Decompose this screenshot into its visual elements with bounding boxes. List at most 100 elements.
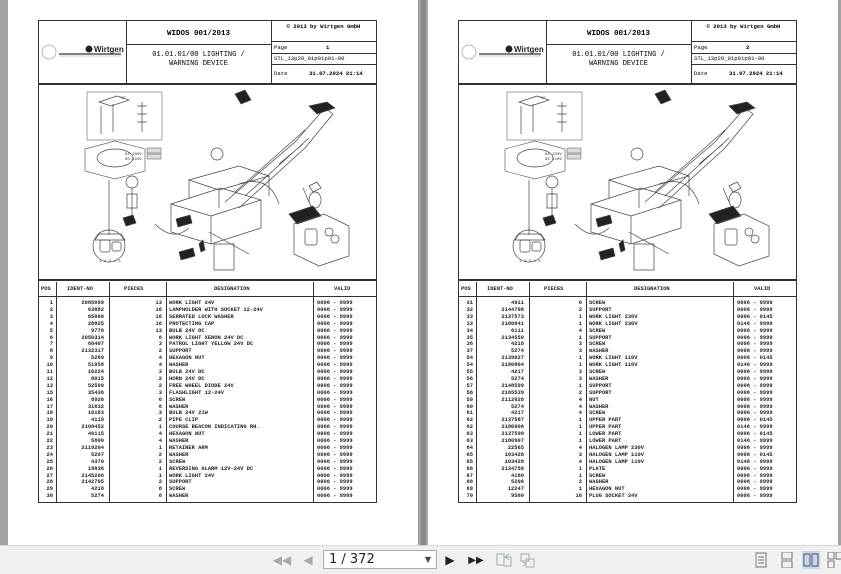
svg-text:Wirtgen: Wirtgen: [514, 45, 544, 54]
table-header-row: POS IDENT-NO PIECES DESIGNATION VALID: [459, 282, 796, 297]
cell-pieces: 16: [575, 493, 582, 500]
stl-code: STL_13p20_01p01p01-00: [694, 55, 765, 62]
date-value: 31.07.2024 21:14: [309, 70, 363, 77]
column-header-designation: DESIGNATION: [634, 286, 670, 292]
page-header: Wirtgen WIDOS 001/2013 01.01.01/00 LIGHTIN…: [459, 21, 796, 85]
next-view-icon: [520, 553, 535, 568]
previous-page-button[interactable]: ◀: [300, 552, 316, 568]
page-number-row: Page 2: [691, 41, 796, 53]
document-viewport[interactable]: Wirtgen WIDOS 001/2013 01.01.01/00 LIGHTIN…: [0, 0, 841, 545]
copyright: © 2013 by Wirtgen GmbH: [286, 23, 361, 30]
section-title-line2: WARNING DEVICE: [589, 60, 648, 68]
date-label: Date: [274, 70, 288, 77]
dropdown-arrow-icon: ▼: [424, 555, 431, 564]
page-number-row: Page 1: [271, 41, 376, 53]
two-page-continuous-icon: [827, 552, 841, 568]
catalog-page-frame: Wirtgen WIDOS 001/2013 01.01.01/00 LIGHTIN…: [38, 20, 377, 503]
info-cell: © 2013 by Wirtgen GmbH Page 1 STL_13p20_01p…: [271, 21, 376, 83]
next-view-button[interactable]: [520, 552, 536, 568]
two-page-icon: [803, 553, 819, 567]
cell-pos: 70: [466, 493, 473, 500]
first-page-icon: ◀◀: [272, 553, 292, 567]
column-header-pos: POS: [461, 286, 471, 292]
next-page-icon: ▶: [445, 553, 455, 567]
table-header-row: POS IDENT-NO PIECES DESIGNATION VALID: [39, 282, 376, 297]
exploded-parts-diagram: "X" 64 230V 65 110V 1 2 3 4 5: [39, 84, 376, 281]
column-header-ident: IDENT-NO: [67, 286, 93, 292]
date-row: Date 31.07.2024 21:14: [271, 64, 376, 83]
copyright: © 2013 by Wirtgen GmbH: [706, 23, 781, 30]
column-header-designation: DESIGNATION: [214, 286, 250, 292]
page-separator: [421, 0, 426, 545]
page-number: 1: [326, 44, 330, 51]
diagram-callout-x: "X": [539, 96, 546, 101]
page-indicator: 1 / 372: [329, 552, 375, 567]
wirtgen-logo: Wirtgen: [461, 44, 544, 60]
section-title-line1: 01.01.01/00 LIGHTING /: [572, 51, 665, 59]
first-page-button[interactable]: ◀◀: [272, 552, 292, 568]
cell-valid: 0006 - 9999: [737, 493, 773, 500]
diagram-callout-230v: 64 230V: [125, 153, 142, 157]
cell-valid: 0006 - 9999: [317, 493, 353, 500]
two-page-continuous-view-button[interactable]: [826, 551, 841, 569]
last-page-button[interactable]: ▶▶: [468, 552, 484, 568]
column-header-pieces: PIECES: [544, 286, 564, 292]
navigation-toolbar: ◀◀ ◀ 1 / 372 ▼ ▶ ▶▶: [0, 545, 841, 574]
single-page-icon: [755, 552, 767, 568]
date-label: Date: [694, 70, 708, 77]
section-title-line1: 01.01.01/00 LIGHTING /: [152, 51, 245, 59]
svg-text:1 2 3 4 5: 1 2 3 4 5: [99, 260, 121, 264]
previous-view-button[interactable]: [496, 552, 512, 568]
previous-page-icon: ◀: [303, 553, 313, 567]
column-header-valid: VALID: [334, 286, 351, 292]
continuous-view-button[interactable]: [778, 551, 796, 569]
diagram-callout-230v: 64 230V: [545, 153, 562, 157]
diagram-callout-x: "X": [119, 96, 126, 101]
svg-text:1 2 3 4 5: 1 2 3 4 5: [519, 260, 541, 264]
last-page-icon: ▶▶: [468, 554, 484, 566]
continuous-page-icon: [781, 552, 793, 568]
cell-ident: 5274: [91, 493, 104, 500]
column-header-valid: VALID: [754, 286, 771, 292]
date-row: Date 31.07.2024 21:14: [691, 64, 796, 83]
stl-code: STL_13p20_01p01p01-00: [274, 55, 345, 62]
pdf-page-1: Wirtgen WIDOS 001/2013 01.01.01/00 LIGHTIN…: [8, 0, 418, 545]
page-label: Page: [274, 44, 288, 51]
cell-designation: PLUG SOCKET 24V: [589, 493, 638, 500]
logo-cell: Wirtgen: [459, 21, 547, 83]
column-header-pos: POS: [41, 286, 51, 292]
section-title: 01.01.01/00 LIGHTING / WARNING DEVICE: [126, 51, 271, 69]
document-title: WIDOS 001/2013: [546, 21, 691, 45]
diagram-callout-110v: 65 110V: [545, 158, 562, 162]
cell-designation: WASHER: [169, 493, 189, 500]
table-row: 70 9560 16 PLUG SOCKET 24V 0006 - 9999: [459, 493, 796, 500]
section-title-line2: WARNING DEVICE: [169, 60, 228, 68]
title-cell: WIDOS 001/2013 01.01.01/00 LIGHTING / WARN…: [546, 21, 692, 83]
two-page-view-button[interactable]: [802, 551, 820, 569]
pdf-page-2: Wirtgen WIDOS 001/2013 01.01.01/00 LIGHTIN…: [428, 0, 838, 545]
cell-pos: 30: [46, 493, 53, 500]
page-header: Wirtgen WIDOS 001/2013 01.01.01/00 LIGHTIN…: [39, 21, 376, 85]
stl-row: STL_13p20_01p01p01-00: [691, 53, 796, 64]
next-page-button[interactable]: ▶: [442, 552, 458, 568]
diagram-callout-110v: 65 110V: [125, 158, 142, 162]
single-page-view-button[interactable]: [752, 551, 770, 569]
cell-pieces: 8: [158, 493, 162, 500]
cell-ident: 9560: [511, 493, 524, 500]
page-label: Page: [694, 44, 708, 51]
svg-text:Wirtgen: Wirtgen: [94, 45, 124, 54]
parts-table: POS IDENT-NO PIECES DESIGNATION VALID 1 208509…: [39, 282, 376, 502]
section-title: 01.01.01/00 LIGHTING / WARNING DEVICE: [546, 51, 691, 69]
document-title: WIDOS 001/2013: [126, 21, 271, 45]
page-number: 2: [746, 44, 750, 51]
column-header-ident: IDENT-NO: [487, 286, 513, 292]
previous-view-icon: [496, 553, 512, 567]
parts-table: POS IDENT-NO PIECES DESIGNATION VALID 31 4911 6…: [459, 282, 796, 502]
date-value: 31.07.2024 21:14: [729, 70, 783, 77]
page-number-select[interactable]: 1 / 372 ▼: [323, 550, 437, 569]
info-cell: © 2013 by Wirtgen GmbH Page 2 STL_13p20_01p…: [691, 21, 796, 83]
table-row: 30 5274 8 WASHER 0006 - 9999: [39, 493, 376, 500]
logo-cell: Wirtgen: [39, 21, 127, 83]
catalog-page-frame: Wirtgen WIDOS 001/2013 01.01.01/00 LIGHTIN…: [458, 20, 797, 503]
title-cell: WIDOS 001/2013 01.01.01/00 LIGHTING / WARN…: [126, 21, 272, 83]
